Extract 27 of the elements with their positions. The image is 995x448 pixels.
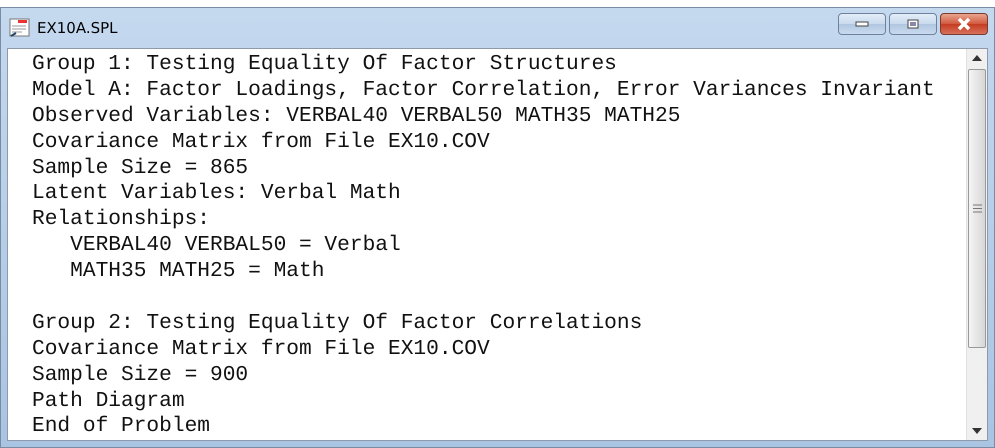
- code-line: MATH35 MATH25 = Math: [69, 259, 326, 286]
- close-icon: [956, 17, 972, 31]
- maximize-button[interactable]: [889, 13, 937, 35]
- code-line: Relationships:: [32, 207, 212, 234]
- code-line: Covariance Matrix from File EX10.COV: [32, 336, 491, 363]
- document-icon: [9, 18, 31, 38]
- code-line: Covariance Matrix from File EX10.COV: [32, 130, 491, 156]
- scroll-down-icon[interactable]: [972, 428, 982, 434]
- grip-icon: [972, 204, 982, 213]
- code-line: Sample Size = 900: [32, 362, 250, 389]
- window-title: EX10A.SPL: [37, 19, 118, 37]
- code-line: Latent Variables: Verbal Math: [32, 181, 402, 208]
- code-line: VERBAL40 VERBAL50 = Verbal: [69, 233, 402, 260]
- code-line: Sample Size = 865: [32, 156, 250, 182]
- code-line: Group 2: Testing Equality Of Factor Correlations: [32, 310, 644, 337]
- close-button[interactable]: [940, 13, 988, 35]
- code-line: Group 1: Testing Equality Of Factor Structures: [32, 52, 618, 78]
- scroll-thumb[interactable]: [968, 69, 986, 348]
- scroll-up-icon[interactable]: [972, 55, 982, 61]
- minimize-button[interactable]: [838, 13, 886, 35]
- code-line: Model A: Factor Loadings, Factor Correlation, Error Variances Invariant: [32, 78, 936, 104]
- code-line: End of Problem: [32, 414, 212, 440]
- code-line: Observed Variables: VERBAL40 VERBAL50 MATH35 MATH25: [32, 104, 682, 130]
- maximize-icon: [907, 19, 919, 29]
- code-line: Path Diagram: [32, 388, 186, 414]
- minimize-icon: [855, 21, 869, 27]
- vertical-scrollbar[interactable]: [966, 49, 987, 440]
